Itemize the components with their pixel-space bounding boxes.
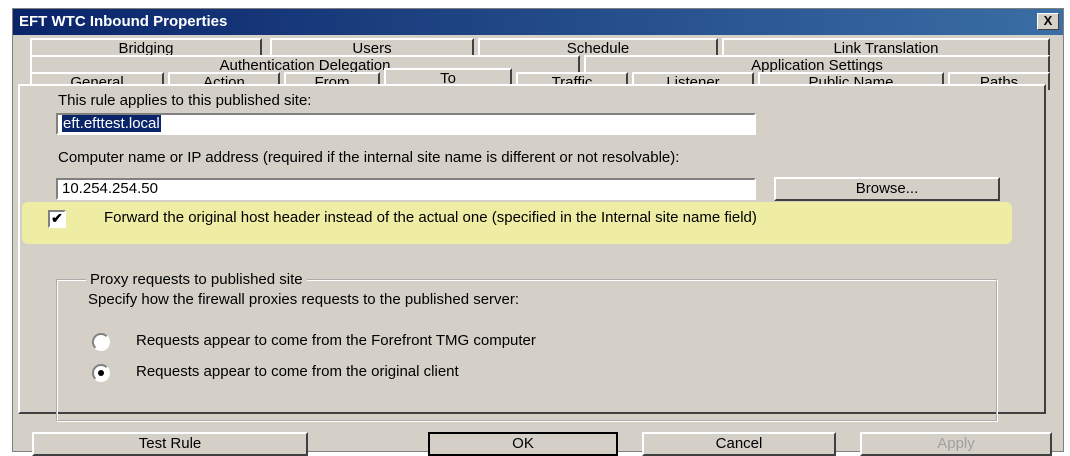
radio-tmg-computer-label: Requests appear to come from the Forefro… [136, 332, 536, 349]
tab-schedule[interactable]: Schedule [478, 38, 718, 56]
proxy-group-title: Proxy requests to published site [86, 272, 307, 288]
proxy-group-description: Specify how the firewall proxies request… [88, 291, 520, 308]
radio-tmg-computer[interactable] [92, 333, 110, 351]
radio-selected-dot [98, 370, 104, 376]
tab-application-settings[interactable]: Application Settings [584, 55, 1050, 73]
tab-bridging[interactable]: Bridging [30, 38, 262, 56]
radio-original-client[interactable] [92, 364, 110, 382]
title-bar[interactable]: EFT WTC Inbound Properties X [13, 9, 1063, 35]
computer-name-label: Computer name or IP address (required if… [58, 149, 680, 166]
forward-host-header-label: Forward the original host header instead… [104, 209, 757, 226]
cancel-button[interactable]: Cancel [642, 432, 836, 456]
tab-link-translation[interactable]: Link Translation [722, 38, 1050, 56]
forward-host-header-checkbox[interactable]: ✔ [48, 210, 66, 228]
test-rule-button[interactable]: Test Rule [32, 432, 308, 456]
dialog-title: EFT WTC Inbound Properties [19, 13, 228, 30]
published-site-label: This rule applies to this published site… [58, 92, 312, 109]
close-button[interactable]: X [1037, 13, 1059, 30]
radio-original-client-label: Requests appear to come from the origina… [136, 363, 459, 380]
tab-users[interactable]: Users [270, 38, 474, 56]
published-site-value: eft.efttest.local [62, 115, 161, 132]
browse-button[interactable]: Browse... [774, 177, 1000, 201]
ok-button[interactable]: OK [428, 432, 618, 456]
apply-button[interactable]: Apply [860, 432, 1052, 456]
computer-name-field[interactable]: 10.254.254.50 [56, 178, 756, 200]
published-site-field[interactable]: eft.efttest.local [56, 113, 756, 135]
